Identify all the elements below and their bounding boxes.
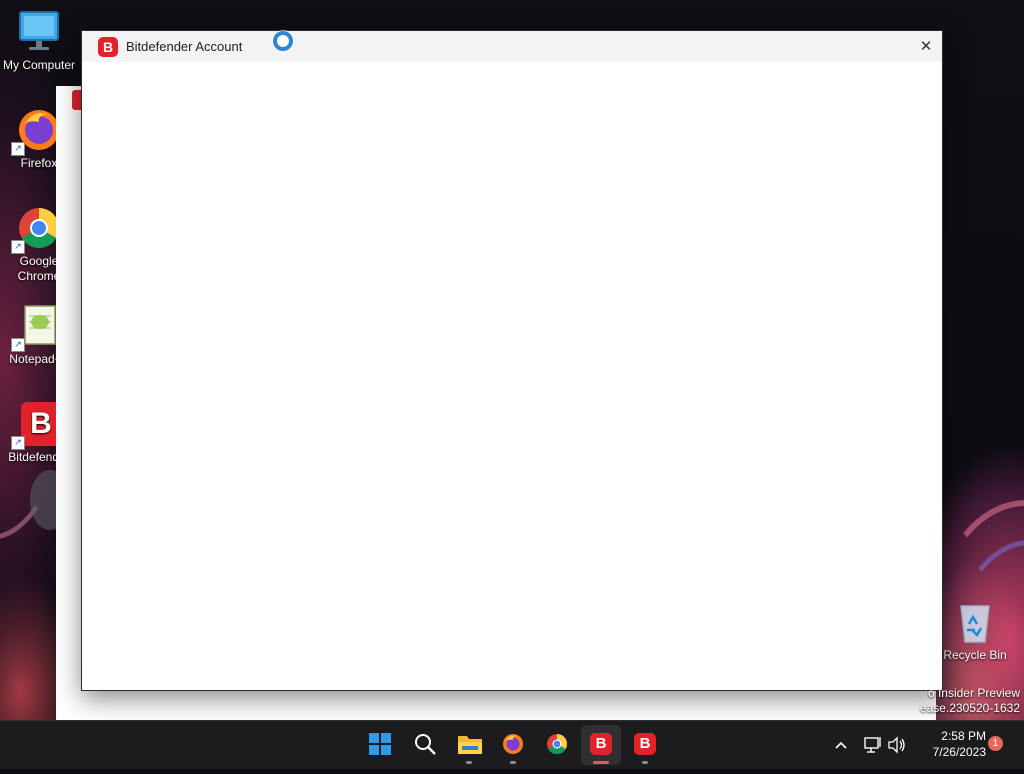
desktop-icon-recycle-bin[interactable]: Recycle Bin [935, 598, 1015, 663]
window-title: Bitdefender Account [126, 39, 243, 54]
bitdefender-account-window: B Bitdefender Account ✕ [81, 30, 943, 691]
volume-icon[interactable] [886, 721, 908, 769]
bitdefender-icon: B [590, 733, 612, 755]
shortcut-arrow-icon: ↗ [11, 240, 25, 254]
firefox-icon [502, 733, 524, 755]
desktop-icon-label: Recycle Bin [943, 648, 1007, 662]
bitdefender-taskbar-button[interactable]: B [581, 725, 621, 765]
notification-badge[interactable]: 1 [988, 736, 1003, 751]
bitdefender-logo-icon: B [98, 37, 118, 57]
chrome-icon [546, 733, 568, 755]
shortcut-arrow-icon: ↗ [11, 338, 25, 352]
file-explorer-button[interactable] [449, 725, 489, 765]
clock-date: 7/26/2023 [932, 745, 986, 759]
watermark-line: o Insider Preview [927, 686, 1020, 700]
clock-time: 2:58 PM [941, 729, 986, 743]
monitor-icon [15, 8, 63, 56]
chrome-button[interactable] [537, 725, 577, 765]
active-indicator [593, 761, 609, 764]
shortcut-arrow-icon: ↗ [11, 142, 25, 156]
firefox-button[interactable] [493, 725, 533, 765]
shortcut-arrow-icon: ↗ [11, 436, 25, 450]
network-icon[interactable] [862, 721, 884, 769]
running-indicator [466, 761, 472, 764]
busy-cursor-icon [273, 31, 293, 51]
window-content [82, 62, 942, 690]
chevron-up-icon [835, 741, 847, 749]
bitdefender-taskbar-button-2[interactable]: B [625, 725, 665, 765]
watermark-line: ease.230520-1632 [919, 701, 1020, 715]
search-button[interactable] [405, 725, 445, 765]
windows-start-icon [369, 733, 391, 755]
close-button[interactable]: ✕ [910, 31, 942, 62]
start-button[interactable] [360, 725, 400, 765]
bitdefender-icon: B [634, 733, 656, 755]
taskbar: B B 2:58 PM 7/26/2023 [0, 720, 1024, 769]
desktop-icon-label: My Computer [2, 58, 76, 72]
taskbar-clock[interactable]: 2:58 PM 7/26/2023 [912, 728, 986, 760]
running-indicator [510, 761, 516, 764]
search-icon [414, 733, 436, 755]
folder-icon [458, 733, 482, 755]
running-indicator [642, 761, 648, 764]
window-titlebar[interactable]: B Bitdefender Account ✕ [82, 31, 942, 62]
desktop-icon-my-computer[interactable]: My Computer [0, 8, 79, 73]
show-hidden-icons-button[interactable] [830, 721, 852, 769]
recycle-bin-icon [951, 598, 999, 646]
windows-watermark: o Insider Preview ease.230520-1632 [920, 686, 1020, 716]
